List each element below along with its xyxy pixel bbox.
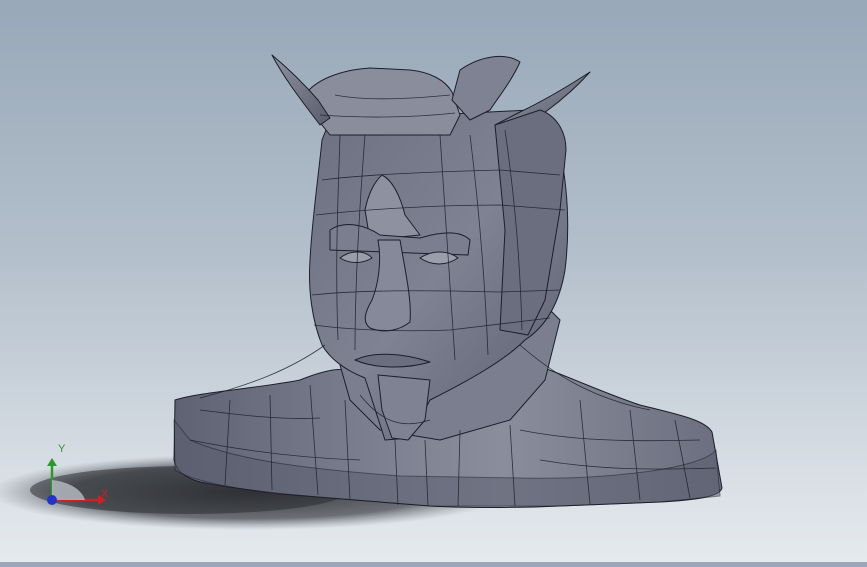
reference-triad <box>47 458 106 505</box>
model-view[interactable] <box>0 0 867 562</box>
triad-y-label: Y <box>58 443 66 455</box>
triad-x-label: X <box>101 488 109 500</box>
head-top <box>304 67 461 136</box>
bust-model[interactable] <box>173 54 723 508</box>
z-axis-dot <box>47 495 57 505</box>
graphics-viewport[interactable]: Y X <box>0 0 867 562</box>
y-axis-arrow <box>47 458 57 466</box>
triad-plane <box>52 480 85 500</box>
hair-right <box>451 56 521 121</box>
